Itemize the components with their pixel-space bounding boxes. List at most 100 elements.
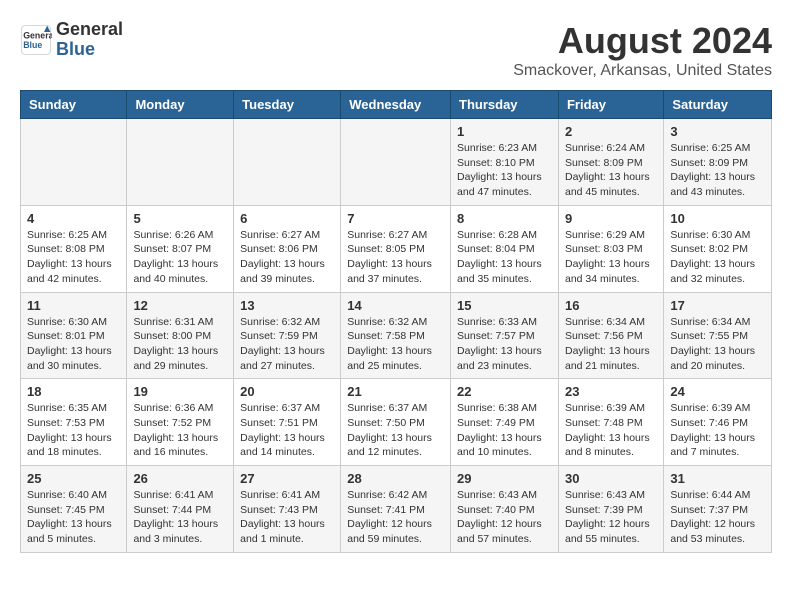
day-cell: 31Sunrise: 6:44 AM Sunset: 7:37 PM Dayli… [664, 466, 772, 553]
day-cell: 16Sunrise: 6:34 AM Sunset: 7:56 PM Dayli… [558, 292, 663, 379]
day-number: 6 [240, 211, 334, 226]
day-cell: 23 Sunrise: 6:39 AM Sunset: 7:48 PM Dayli… [558, 379, 663, 466]
day-number: 3 [670, 124, 765, 139]
day-cell: 25Sunrise: 6:40 AM Sunset: 7:45 PM Dayli… [21, 466, 127, 553]
day-cell: 18 Sunrise: 6:35 AM Sunset: 7:53 PM Dayli… [21, 379, 127, 466]
day-number: 23 [565, 384, 657, 399]
day-cell: 12 Sunrise: 6:31 AM Sunset: 8:00 PM Dayli… [127, 292, 234, 379]
header-saturday: Saturday [664, 91, 772, 119]
day-cell: 3 Sunrise: 6:25 AM Sunset: 8:09 PM Daylig… [664, 119, 772, 206]
day-cell: 30Sunrise: 6:43 AM Sunset: 7:39 PM Dayli… [558, 466, 663, 553]
day-info: Sunrise: 6:27 AM Sunset: 8:05 PM Dayligh… [347, 228, 444, 287]
day-cell [127, 119, 234, 206]
day-info: Sunrise: 6:38 AM Sunset: 7:49 PM Dayligh… [457, 401, 552, 460]
day-cell: 6 Sunrise: 6:27 AM Sunset: 8:06 PM Daylig… [234, 205, 341, 292]
week-row-3: 11Sunrise: 6:30 AM Sunset: 8:01 PM Dayli… [21, 292, 772, 379]
day-number: 12 [133, 298, 227, 313]
day-number: 8 [457, 211, 552, 226]
day-cell: 26 Sunrise: 6:41 AM Sunset: 7:44 PM Dayli… [127, 466, 234, 553]
day-number: 18 [27, 384, 120, 399]
day-number: 9 [565, 211, 657, 226]
day-cell [21, 119, 127, 206]
day-number: 7 [347, 211, 444, 226]
page-header: General Blue General Blue August 2024 Sm… [20, 20, 772, 80]
location-title: Smackover, Arkansas, United States [513, 62, 772, 80]
day-cell [234, 119, 341, 206]
day-info: Sunrise: 6:29 AM Sunset: 8:03 PM Dayligh… [565, 228, 657, 287]
day-cell: 22 Sunrise: 6:38 AM Sunset: 7:49 PM Dayli… [451, 379, 559, 466]
day-info: Sunrise: 6:26 AM Sunset: 8:07 PM Dayligh… [133, 228, 227, 287]
day-number: 2 [565, 124, 657, 139]
day-info: Sunrise: 6:34 AM Sunset: 7:55 PM Dayligh… [670, 315, 765, 374]
day-cell: 11Sunrise: 6:30 AM Sunset: 8:01 PM Dayli… [21, 292, 127, 379]
day-number: 22 [457, 384, 552, 399]
day-cell: 28 Sunrise: 6:42 AM Sunset: 7:41 PM Dayli… [341, 466, 451, 553]
day-info: Sunrise: 6:41 AM Sunset: 7:44 PM Dayligh… [133, 488, 227, 547]
logo-blue-text: Blue [56, 40, 123, 60]
logo: General Blue General Blue [20, 20, 123, 60]
svg-text:Blue: Blue [23, 40, 42, 50]
day-number: 28 [347, 471, 444, 486]
day-info: Sunrise: 6:32 AM Sunset: 7:58 PM Dayligh… [347, 315, 444, 374]
day-number: 31 [670, 471, 765, 486]
day-info: Sunrise: 6:28 AM Sunset: 8:04 PM Dayligh… [457, 228, 552, 287]
day-cell: 7 Sunrise: 6:27 AM Sunset: 8:05 PM Daylig… [341, 205, 451, 292]
day-info: Sunrise: 6:35 AM Sunset: 7:53 PM Dayligh… [27, 401, 120, 460]
day-cell: 17Sunrise: 6:34 AM Sunset: 7:55 PM Dayli… [664, 292, 772, 379]
day-number: 5 [133, 211, 227, 226]
day-number: 19 [133, 384, 227, 399]
week-row-2: 4 Sunrise: 6:25 AM Sunset: 8:08 PM Daylig… [21, 205, 772, 292]
day-cell: 2 Sunrise: 6:24 AM Sunset: 8:09 PM Daylig… [558, 119, 663, 206]
day-cell: 19 Sunrise: 6:36 AM Sunset: 7:52 PM Dayli… [127, 379, 234, 466]
day-info: Sunrise: 6:39 AM Sunset: 7:46 PM Dayligh… [670, 401, 765, 460]
day-number: 24 [670, 384, 765, 399]
header-row: SundayMondayTuesdayWednesdayThursdayFrid… [21, 91, 772, 119]
day-info: Sunrise: 6:39 AM Sunset: 7:48 PM Dayligh… [565, 401, 657, 460]
day-number: 26 [133, 471, 227, 486]
header-wednesday: Wednesday [341, 91, 451, 119]
day-info: Sunrise: 6:24 AM Sunset: 8:09 PM Dayligh… [565, 141, 657, 200]
day-info: Sunrise: 6:43 AM Sunset: 7:40 PM Dayligh… [457, 488, 552, 547]
day-info: Sunrise: 6:36 AM Sunset: 7:52 PM Dayligh… [133, 401, 227, 460]
day-info: Sunrise: 6:30 AM Sunset: 8:02 PM Dayligh… [670, 228, 765, 287]
day-info: Sunrise: 6:25 AM Sunset: 8:09 PM Dayligh… [670, 141, 765, 200]
day-cell: 20Sunrise: 6:37 AM Sunset: 7:51 PM Dayli… [234, 379, 341, 466]
day-cell: 13 Sunrise: 6:32 AM Sunset: 7:59 PM Dayli… [234, 292, 341, 379]
day-number: 10 [670, 211, 765, 226]
day-cell: 29 Sunrise: 6:43 AM Sunset: 7:40 PM Dayli… [451, 466, 559, 553]
day-cell: 14 Sunrise: 6:32 AM Sunset: 7:58 PM Dayli… [341, 292, 451, 379]
header-sunday: Sunday [21, 91, 127, 119]
header-thursday: Thursday [451, 91, 559, 119]
day-info: Sunrise: 6:23 AM Sunset: 8:10 PM Dayligh… [457, 141, 552, 200]
calendar-header: SundayMondayTuesdayWednesdayThursdayFrid… [21, 91, 772, 119]
day-info: Sunrise: 6:33 AM Sunset: 7:57 PM Dayligh… [457, 315, 552, 374]
day-number: 16 [565, 298, 657, 313]
header-tuesday: Tuesday [234, 91, 341, 119]
logo-icon: General Blue [20, 24, 52, 56]
day-cell: 24 Sunrise: 6:39 AM Sunset: 7:46 PM Dayli… [664, 379, 772, 466]
header-monday: Monday [127, 91, 234, 119]
day-cell: 1Sunrise: 6:23 AM Sunset: 8:10 PM Daylig… [451, 119, 559, 206]
day-info: Sunrise: 6:32 AM Sunset: 7:59 PM Dayligh… [240, 315, 334, 374]
day-cell [341, 119, 451, 206]
logo-general-text: General [56, 20, 123, 40]
calendar-body: 1Sunrise: 6:23 AM Sunset: 8:10 PM Daylig… [21, 119, 772, 553]
day-cell: 8 Sunrise: 6:28 AM Sunset: 8:04 PM Daylig… [451, 205, 559, 292]
day-info: Sunrise: 6:41 AM Sunset: 7:43 PM Dayligh… [240, 488, 334, 547]
day-cell: 4 Sunrise: 6:25 AM Sunset: 8:08 PM Daylig… [21, 205, 127, 292]
day-info: Sunrise: 6:25 AM Sunset: 8:08 PM Dayligh… [27, 228, 120, 287]
day-number: 21 [347, 384, 444, 399]
day-number: 25 [27, 471, 120, 486]
day-info: Sunrise: 6:31 AM Sunset: 8:00 PM Dayligh… [133, 315, 227, 374]
day-number: 14 [347, 298, 444, 313]
week-row-4: 18 Sunrise: 6:35 AM Sunset: 7:53 PM Dayli… [21, 379, 772, 466]
day-cell: 9 Sunrise: 6:29 AM Sunset: 8:03 PM Daylig… [558, 205, 663, 292]
day-info: Sunrise: 6:37 AM Sunset: 7:50 PM Dayligh… [347, 401, 444, 460]
day-info: Sunrise: 6:30 AM Sunset: 8:01 PM Dayligh… [27, 315, 120, 374]
day-info: Sunrise: 6:27 AM Sunset: 8:06 PM Dayligh… [240, 228, 334, 287]
day-number: 4 [27, 211, 120, 226]
day-cell: 21 Sunrise: 6:37 AM Sunset: 7:50 PM Dayli… [341, 379, 451, 466]
day-number: 13 [240, 298, 334, 313]
day-info: Sunrise: 6:42 AM Sunset: 7:41 PM Dayligh… [347, 488, 444, 547]
day-number: 29 [457, 471, 552, 486]
